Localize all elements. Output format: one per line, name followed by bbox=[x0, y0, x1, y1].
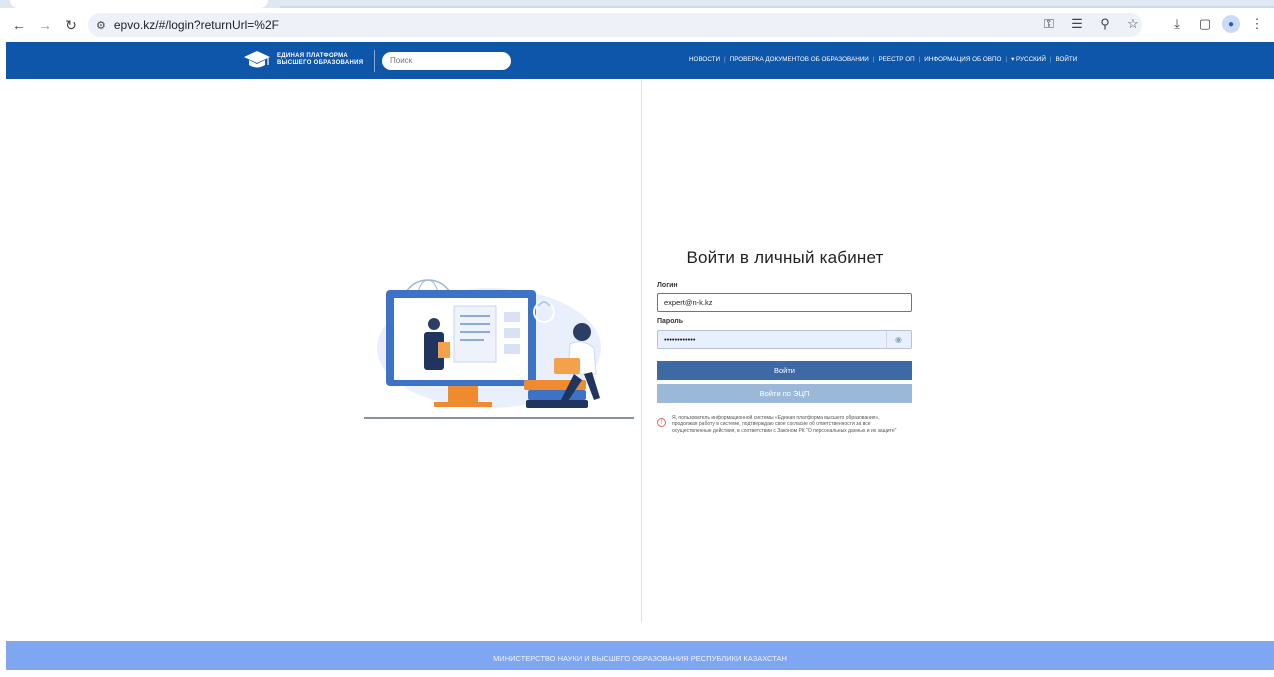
browser-chrome: ← → ↻ ⚙ epvo.kz/#/login?returnUrl=%2F ⚿ … bbox=[0, 0, 1274, 42]
download-icon[interactable]: ⤓ bbox=[1166, 13, 1188, 35]
nav-language[interactable]: ▾ РУССКИЙ bbox=[1008, 56, 1049, 63]
site-footer: МИНИСТЕРСТВО НАУКИ И ВЫСШЕГО ОБРАЗОВАНИЯ… bbox=[6, 641, 1274, 670]
nav-info[interactable]: ИНФОРМАЦИЯ ОБ ОВПО bbox=[921, 56, 1004, 63]
forward-icon[interactable]: → bbox=[34, 14, 56, 36]
login-illustration bbox=[364, 279, 634, 419]
nav-login[interactable]: ВОЙТИ bbox=[1053, 56, 1081, 63]
graduation-cap-icon bbox=[244, 51, 270, 68]
login-button[interactable]: Войти bbox=[657, 361, 912, 380]
consent-text: Я, пользователь информационной системы «… bbox=[672, 415, 897, 434]
logo-line2: ВЫСШЕГО ОБРАЗОВАНИЯ bbox=[277, 60, 364, 66]
nav-registry[interactable]: РЕЕСТР ОП bbox=[875, 56, 917, 63]
separator bbox=[1150, 13, 1160, 35]
login-input[interactable]: expert@n-k.kz bbox=[657, 293, 912, 312]
zoom-icon[interactable]: ⚲ bbox=[1094, 13, 1116, 35]
eye-icon[interactable]: ◉ bbox=[886, 331, 910, 348]
panel-divider bbox=[641, 80, 642, 622]
search-input[interactable] bbox=[382, 52, 511, 70]
password-input[interactable]: •••••••••••• bbox=[657, 330, 912, 349]
profile-icon[interactable]: ● bbox=[1222, 15, 1240, 33]
top-navigation: НОВОСТИ | ПРОВЕРКА ДОКУМЕНТОВ ОБ ОБРАЗОВ… bbox=[686, 56, 1080, 63]
sidepanel-icon[interactable]: ▢ bbox=[1194, 13, 1216, 35]
login-label: Логин bbox=[657, 282, 678, 289]
address-url[interactable]: epvo.kz/#/login?returnUrl=%2F bbox=[114, 18, 279, 32]
site-header: ЕДИНАЯ ПЛАТФОРМА ВЫСШЕГО ОБРАЗОВАНИЯ НОВ… bbox=[6, 42, 1274, 79]
back-icon[interactable]: ← bbox=[8, 14, 30, 36]
reload-icon[interactable]: ↻ bbox=[60, 14, 82, 36]
logo-line1: ЕДИНАЯ ПЛАТФОРМА bbox=[277, 53, 349, 59]
nav-news[interactable]: НОВОСТИ bbox=[686, 56, 723, 63]
active-tab[interactable] bbox=[10, 0, 268, 8]
nav-docs-check[interactable]: ПРОВЕРКА ДОКУМЕНТОВ ОБ ОБРАЗОВАНИИ bbox=[727, 56, 872, 63]
warning-icon: ! bbox=[657, 418, 666, 427]
tune-icon[interactable]: ⚙ bbox=[96, 19, 106, 32]
star-icon[interactable]: ☆ bbox=[1122, 13, 1144, 35]
browser-actions: ⚿ ☰ ⚲ ☆ ⤓ ▢ ● ⋮ bbox=[1038, 13, 1268, 35]
eds-login-button[interactable]: Войти по ЭЦП bbox=[657, 384, 912, 403]
tab-strip bbox=[0, 0, 1274, 8]
nav-language-label: РУССКИЙ bbox=[1015, 56, 1046, 63]
login-title: Войти в личный кабинет bbox=[686, 248, 884, 267]
consent-notice: ! Я, пользователь информационной системы… bbox=[657, 415, 912, 434]
logo-text: ЕДИНАЯ ПЛАТФОРМА ВЫСШЕГО ОБРАЗОВАНИЯ bbox=[277, 53, 363, 67]
site-logo[interactable]: ЕДИНАЯ ПЛАТФОРМА ВЫСШЕГО ОБРАЗОВАНИЯ bbox=[243, 50, 363, 70]
translate-icon[interactable]: ☰ bbox=[1066, 13, 1088, 35]
password-key-icon[interactable]: ⚿ bbox=[1038, 13, 1060, 35]
menu-icon[interactable]: ⋮ bbox=[1246, 13, 1268, 35]
password-label: Пароль bbox=[657, 318, 684, 325]
address-bar[interactable]: ⚙ epvo.kz/#/login?returnUrl=%2F bbox=[88, 13, 1142, 37]
header-divider bbox=[374, 50, 375, 72]
browser-toolbar: ← → ↻ ⚙ epvo.kz/#/login?returnUrl=%2F ⚿ … bbox=[0, 8, 1274, 42]
